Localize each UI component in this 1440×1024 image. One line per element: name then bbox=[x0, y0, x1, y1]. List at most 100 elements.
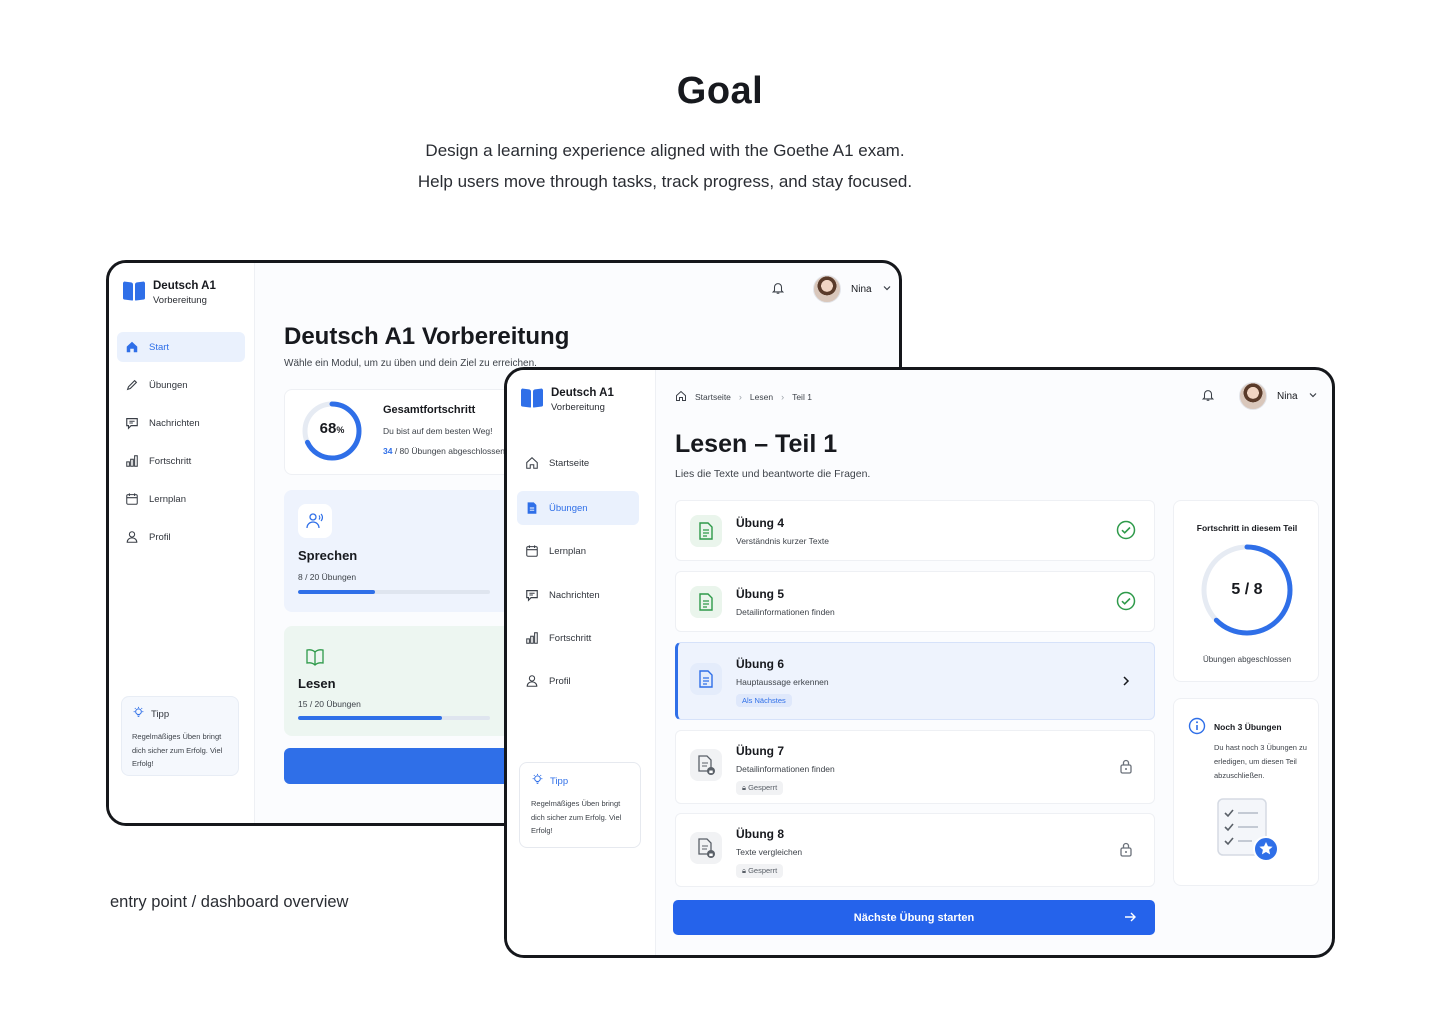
sidebar-item-label: Lernplan bbox=[149, 493, 186, 505]
section-progress-title: Fortschritt in diesem Teil bbox=[1196, 523, 1298, 533]
user-name[interactable]: Nina bbox=[1277, 391, 1298, 402]
book-logo-icon bbox=[521, 389, 543, 409]
sidebar-item-lernplan[interactable]: Lernplan bbox=[117, 484, 245, 514]
chevron-right-icon[interactable] bbox=[1116, 671, 1136, 691]
goal-title: Goal bbox=[676, 70, 764, 112]
sidebar-item-start[interactable]: Start bbox=[117, 332, 245, 362]
page-subtitle: Lies die Texte und beantworte die Fragen… bbox=[675, 468, 871, 480]
module-name: Sprechen bbox=[298, 548, 358, 563]
sidebar-item-nachrichten[interactable]: Nachrichten bbox=[517, 580, 639, 610]
sidebar-item-nachrichten[interactable]: Nachrichten bbox=[117, 408, 245, 438]
pencil-icon bbox=[125, 378, 139, 392]
module-count: 15 / 20 Übungen bbox=[298, 699, 361, 709]
home-icon bbox=[125, 340, 139, 354]
sidebar: Deutsch A1 Vorbereitung Start Übungen Na… bbox=[109, 263, 255, 823]
goal-description-line-2: Help users move through tasks, track pro… bbox=[417, 172, 913, 191]
page-title: Lesen – Teil 1 bbox=[675, 430, 838, 458]
calendar-icon bbox=[525, 544, 539, 558]
avatar[interactable] bbox=[1239, 382, 1267, 410]
info-icon bbox=[1188, 717, 1206, 737]
module-progress-fill bbox=[298, 716, 442, 720]
checklist-star-icon bbox=[1217, 798, 1279, 862]
exercise-description: Detailinformationen finden bbox=[736, 607, 835, 617]
sidebar-item-fortschritt[interactable]: Fortschritt bbox=[517, 623, 639, 653]
brand[interactable]: Deutsch A1 Vorbereitung bbox=[521, 386, 614, 414]
chart-icon bbox=[125, 454, 139, 468]
locked-badge: 🔒︎ Gesperrt bbox=[736, 781, 784, 795]
brand-title: Deutsch A1 bbox=[153, 280, 216, 292]
chart-icon bbox=[525, 631, 539, 645]
module-progress-fill bbox=[298, 590, 375, 594]
message-icon bbox=[525, 588, 539, 602]
module-progress-bar bbox=[298, 590, 490, 594]
exercise-description: Verständnis kurzer Texte bbox=[736, 536, 829, 546]
lightbulb-icon bbox=[531, 773, 544, 789]
sidebar-item-uebungen[interactable]: Übungen bbox=[517, 491, 639, 525]
brand-subtitle: Vorbereitung bbox=[551, 402, 605, 413]
tip-title: Tipp bbox=[151, 708, 170, 720]
check-circle-icon bbox=[1116, 591, 1136, 611]
sidebar-item-label: Fortschritt bbox=[149, 455, 192, 467]
sidebar-item-uebungen[interactable]: Übungen bbox=[117, 370, 245, 400]
tip-title: Tipp bbox=[550, 775, 569, 787]
info-title: Noch 3 Übungen bbox=[1214, 722, 1282, 732]
exercise-item[interactable]: Übung 4 Verständnis kurzer Texte bbox=[675, 500, 1155, 561]
locked-document-icon bbox=[690, 749, 722, 781]
start-next-exercise-button[interactable]: Nächste Übung starten bbox=[673, 900, 1155, 935]
module-card-sprechen[interactable]: Sprechen 8 / 20 Übungen bbox=[284, 490, 524, 612]
sidebar-item-label: Lernplan bbox=[549, 545, 586, 557]
sidebar-item-fortschritt[interactable]: Fortschritt bbox=[117, 446, 245, 476]
exercise-name: Übung 4 bbox=[736, 516, 784, 530]
bell-icon[interactable] bbox=[1201, 388, 1215, 405]
exercise-item[interactable]: Übung 5 Detailinformationen finden bbox=[675, 571, 1155, 632]
overall-progress-value: 68% bbox=[319, 420, 345, 437]
chevron-right-icon: › bbox=[738, 392, 742, 402]
overall-progress-title: Gesamtfortschritt bbox=[383, 404, 476, 416]
user-name[interactable]: Nina bbox=[851, 284, 872, 295]
sidebar-item-label: Start bbox=[149, 341, 170, 353]
exercise-item-next[interactable]: Übung 6 Hauptaussage erkennen Als Nächst… bbox=[675, 642, 1155, 720]
caption: entry point / dashboard overview bbox=[110, 893, 349, 911]
avatar[interactable] bbox=[813, 275, 841, 303]
breadcrumb: Startseite › Lesen › Teil 1 bbox=[675, 390, 812, 404]
brand-title: Deutsch A1 bbox=[551, 387, 614, 399]
message-icon bbox=[125, 416, 139, 430]
book-logo-icon bbox=[123, 282, 145, 302]
sidebar-item-lernplan[interactable]: Lernplan bbox=[517, 536, 639, 566]
locked-badge: 🔒︎ Gesperrt bbox=[736, 864, 784, 878]
module-card-lesen[interactable]: Lesen 15 / 20 Übungen bbox=[284, 626, 524, 736]
exercise-description: Detailinformationen finden bbox=[736, 764, 835, 774]
page-title: Deutsch A1 Vorbereitung bbox=[284, 323, 570, 350]
exercise-description: Texte vergleichen bbox=[736, 847, 803, 857]
sidebar-item-startseite[interactable]: Startseite bbox=[517, 448, 639, 478]
speaking-people-icon bbox=[298, 504, 332, 538]
sidebar-item-profil[interactable]: Profil bbox=[517, 666, 639, 696]
locked-document-icon bbox=[690, 832, 722, 864]
calendar-icon bbox=[125, 492, 139, 506]
exercise-name: Übung 8 bbox=[736, 827, 784, 841]
document-icon bbox=[690, 586, 722, 618]
sidebar-item-profil[interactable]: Profil bbox=[117, 522, 245, 552]
exercise-item-locked[interactable]: Übung 8 Texte vergleichen 🔒︎ Gesperrt bbox=[675, 813, 1155, 887]
chevron-down-icon[interactable] bbox=[1308, 390, 1318, 403]
lightbulb-icon bbox=[132, 706, 145, 722]
exercise-item-locked[interactable]: Übung 7 Detailinformationen finden 🔒︎ Ge… bbox=[675, 730, 1155, 804]
chevron-right-icon: › bbox=[781, 392, 785, 402]
breadcrumb-item[interactable]: Startseite bbox=[695, 392, 731, 402]
section-progress-footer: Übungen abgeschlossen bbox=[1202, 655, 1292, 664]
module-name: Lesen bbox=[298, 676, 336, 691]
section-progress-card: Fortschritt in diesem Teil 5 / 8 Übungen… bbox=[1173, 500, 1319, 682]
document-icon bbox=[690, 515, 722, 547]
home-icon bbox=[525, 456, 539, 470]
document-icon bbox=[525, 501, 539, 515]
chevron-down-icon[interactable] bbox=[882, 283, 892, 296]
home-icon[interactable] bbox=[675, 390, 687, 404]
lock-icon bbox=[1116, 756, 1136, 776]
bell-icon[interactable] bbox=[771, 281, 785, 298]
breadcrumb-item[interactable]: Lesen bbox=[750, 392, 773, 402]
sidebar: Deutsch A1 Vorbereitung Startseite Übung… bbox=[507, 370, 656, 955]
arrow-right-icon bbox=[1123, 910, 1137, 927]
sidebar-item-label: Fortschritt bbox=[549, 632, 592, 644]
sidebar-item-label: Übungen bbox=[549, 502, 588, 514]
brand[interactable]: Deutsch A1 Vorbereitung bbox=[123, 279, 216, 307]
